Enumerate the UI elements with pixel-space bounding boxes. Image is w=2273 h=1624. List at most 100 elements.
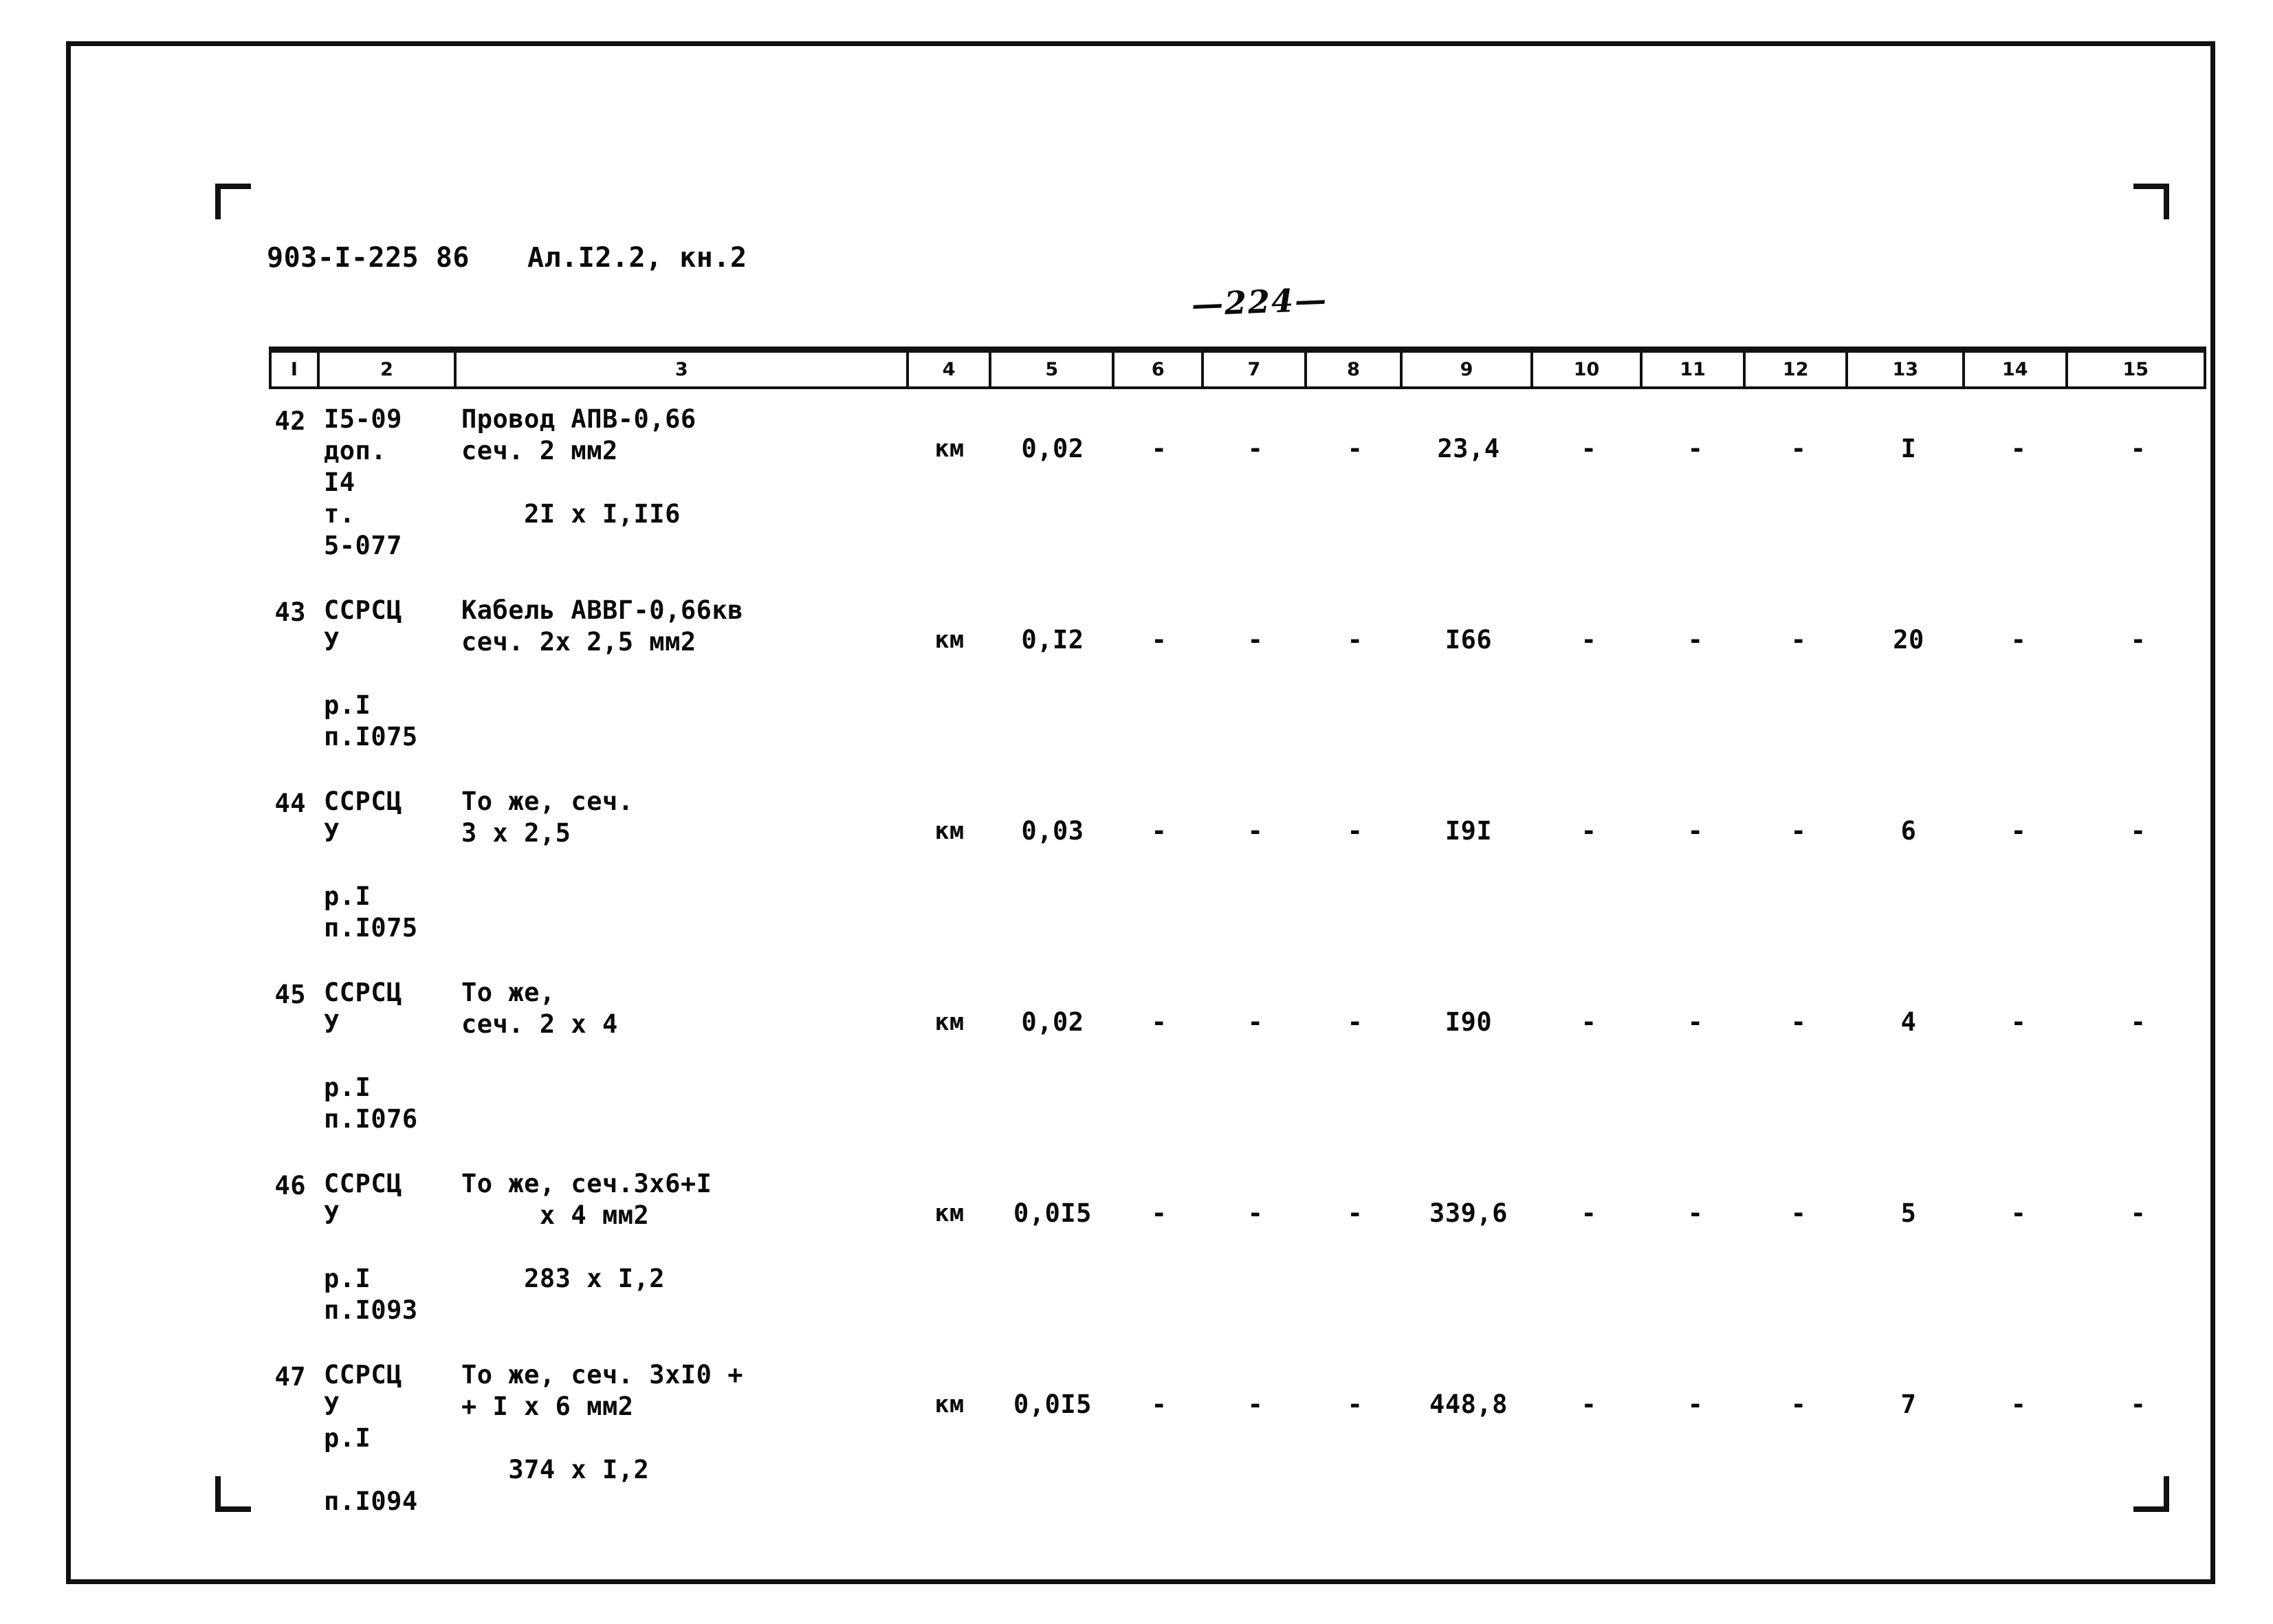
cell-col8: -: [1347, 434, 1363, 463]
cell-col11: -: [1687, 625, 1704, 655]
cell-col10: -: [1581, 816, 1597, 846]
cell-col9: 339,6: [1429, 1198, 1508, 1228]
cell-col7: -: [1247, 625, 1264, 655]
cell-description: То же, сеч.3х6+I х 4 мм2 283 х I,2: [461, 1169, 712, 1293]
cell-item-number: 42: [274, 406, 306, 436]
table-row: 45 ССРСЦ Ур.I п.I076 То же, сеч. 2 х 4 км 0,02 -…: [269, 977, 2206, 1135]
crop-mark-top-left: [215, 184, 251, 219]
cell-col10: -: [1581, 1007, 1597, 1037]
table-row: 44 ССРСЦ Ур.I п.I075 То же, сеч. 3 х 2,5 км 0,0…: [269, 786, 2206, 944]
cell-description: То же, сеч. 2 х 4: [461, 978, 618, 1039]
cell-col15: -: [2130, 625, 2146, 655]
column-header-10: 10: [1533, 353, 1643, 386]
cell-col14: -: [2010, 1390, 2027, 1419]
table-row: 42 I5-09 доп. I4 т. 5-077 Провод АПВ-0,66 сеч. …: [269, 404, 2206, 562]
column-header-6: 6: [1114, 353, 1205, 386]
cell-col7: -: [1247, 1198, 1264, 1228]
cell-col6: -: [1151, 1198, 1167, 1228]
cell-col12: -: [1790, 816, 1807, 846]
cell-unit: км: [934, 1009, 965, 1036]
cell-item-number: 44: [274, 789, 306, 818]
cell-description: Кабель АВВГ-0,66кв сеч. 2х 2,5 мм2: [461, 595, 743, 657]
cell-col8: -: [1347, 625, 1363, 655]
page-content: 903-I-225 86 Ал.I2.2, кн.2 —224— I2345678…: [71, 46, 2210, 1579]
cell-unit: км: [934, 1391, 965, 1418]
column-header-7: 7: [1204, 353, 1307, 386]
cell-col10: -: [1581, 625, 1597, 655]
cell-col15: -: [2130, 1007, 2146, 1037]
cell-col8: -: [1347, 1390, 1363, 1419]
cell-col5: 0,0I5: [1013, 1198, 1092, 1228]
cell-norm-code: ССРСЦ Ур.I п.I075: [324, 595, 418, 751]
cell-col5: 0,02: [1021, 1007, 1084, 1037]
cell-norm-code: ССРСЦ Ур.I п.I075: [324, 787, 418, 943]
cell-col6: -: [1151, 625, 1167, 655]
cell-col6: -: [1151, 434, 1167, 463]
column-header-13: 13: [1848, 353, 1965, 386]
column-header-3: 3: [457, 353, 910, 386]
cell-col14: -: [2010, 1007, 2027, 1037]
cell-col12: -: [1790, 1390, 1807, 1419]
cell-col5: 0,03: [1021, 816, 1084, 846]
cell-col13: 6: [1900, 816, 1917, 846]
cell-col11: -: [1687, 1198, 1704, 1228]
document-header: 903-I-225 86 Ал.I2.2, кн.2: [267, 242, 747, 274]
column-header-12: 12: [1746, 353, 1849, 386]
cell-col9: 448,8: [1429, 1390, 1508, 1419]
cell-col13: 7: [1900, 1390, 1917, 1419]
crop-mark-bottom-left: [215, 1476, 251, 1512]
cell-unit: км: [934, 818, 965, 845]
cell-col15: -: [2130, 1390, 2146, 1419]
cell-col15: -: [2130, 1198, 2146, 1228]
cell-col11: -: [1687, 1390, 1704, 1419]
cell-unit: км: [934, 1200, 965, 1227]
cell-description: Провод АПВ-0,66 сеч. 2 мм2 2I x I,II6: [461, 404, 696, 529]
cell-description: То же, сеч. 3хI0 + + I х 6 мм2 374 х I,2: [461, 1360, 743, 1484]
cell-col6: -: [1151, 816, 1167, 846]
table-row: 43 ССРСЦ Ур.I п.I075 Кабель АВВГ-0,66кв сеч. …: [269, 595, 2206, 753]
cell-col15: -: [2130, 816, 2146, 846]
cell-col6: -: [1151, 1390, 1167, 1419]
cell-col7: -: [1247, 816, 1264, 846]
column-header-9: 9: [1403, 353, 1533, 386]
album-reference: Ал.I2.2, кн.2: [527, 242, 747, 274]
column-header-8: 8: [1307, 353, 1403, 386]
cell-norm-code: ССРСЦ Ур.I п.I093: [324, 1169, 418, 1325]
cell-item-number: 43: [274, 597, 306, 627]
cell-norm-code: ССРСЦ Ур.I п.I094: [324, 1360, 418, 1516]
cell-col13: 5: [1900, 1198, 1917, 1228]
cell-unit: км: [934, 626, 965, 654]
column-header-4: 4: [909, 353, 991, 386]
cell-col8: -: [1347, 1198, 1363, 1228]
cell-item-number: 45: [274, 980, 306, 1009]
cell-col12: -: [1790, 434, 1807, 463]
cell-col7: -: [1247, 1390, 1264, 1419]
cell-col10: -: [1581, 1198, 1597, 1228]
scanned-page-frame: 903-I-225 86 Ал.I2.2, кн.2 —224— I2345678…: [66, 41, 2215, 1584]
cell-col10: -: [1581, 1390, 1597, 1419]
cell-col10: -: [1581, 434, 1597, 463]
cell-col14: -: [2010, 816, 2027, 846]
cell-col12: -: [1790, 625, 1807, 655]
cell-col7: -: [1247, 1007, 1264, 1037]
cell-col13: 20: [1893, 625, 1924, 655]
cell-col12: -: [1790, 1007, 1807, 1037]
cell-col14: -: [2010, 625, 2027, 655]
cell-col8: -: [1347, 816, 1363, 846]
cell-item-number: 46: [274, 1171, 306, 1200]
table-column-header-row: I 2 3 4 5 6 7 8 9 10 11 12 13 14 15: [269, 347, 2206, 389]
cell-col13: 4: [1900, 1007, 1917, 1037]
cell-col9: 23,4: [1437, 434, 1500, 463]
cell-col14: -: [2010, 1198, 2027, 1228]
cell-col6: -: [1151, 1007, 1167, 1037]
cell-col15: -: [2130, 434, 2146, 463]
page-number: —224—: [1191, 281, 1328, 323]
column-header-2: 2: [320, 353, 457, 386]
cell-col9: I66: [1445, 625, 1493, 655]
column-header-11: 11: [1643, 353, 1746, 386]
cell-col5: 0,02: [1021, 434, 1084, 463]
cell-unit: км: [934, 435, 965, 463]
table-row: 47 ССРСЦ Ур.I п.I094 То же, сеч. 3хI0 + + I х…: [269, 1359, 2206, 1517]
column-header-5: 5: [991, 353, 1115, 386]
cell-col11: -: [1687, 1007, 1704, 1037]
